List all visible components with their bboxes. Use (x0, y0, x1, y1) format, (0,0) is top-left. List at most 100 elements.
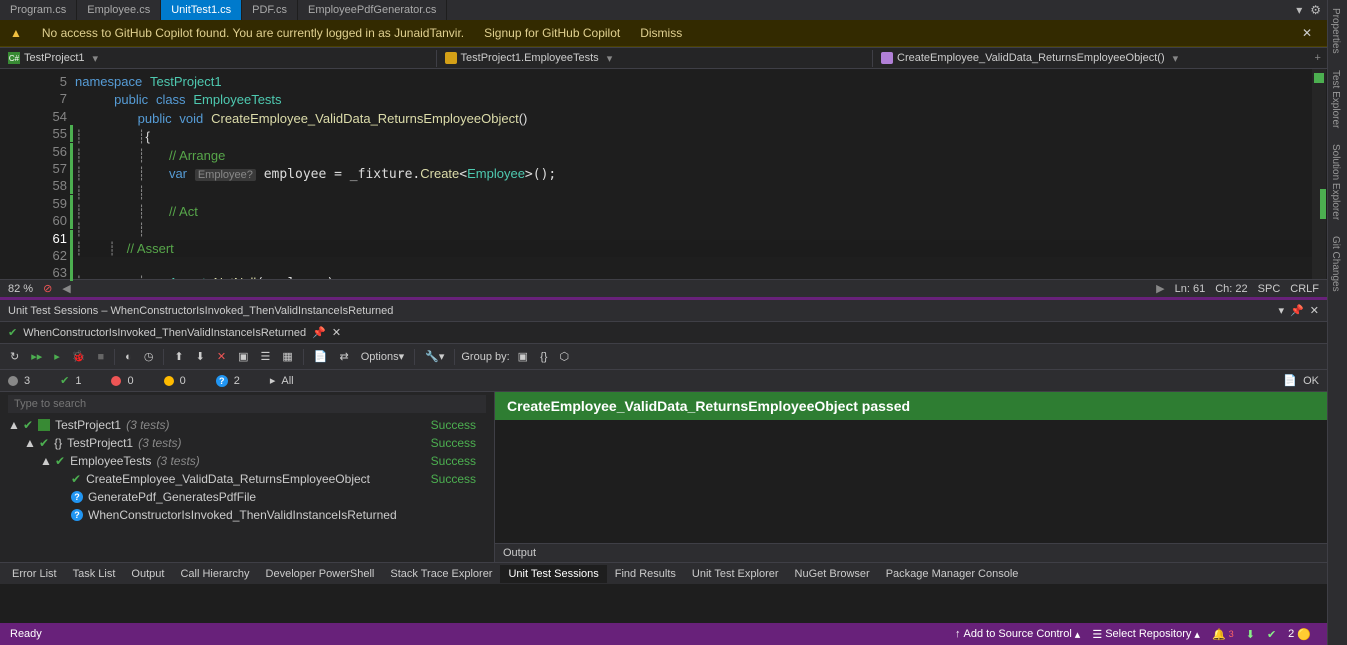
new-session-icon[interactable]: 📄 (310, 348, 332, 365)
source-control-button[interactable]: ↑ Add to Source Control ▴ (949, 628, 1086, 641)
bottom-tab[interactable]: Stack Trace Explorer (382, 565, 500, 583)
zoom-level[interactable]: 82 % (8, 283, 33, 295)
check-icon: ✔ (55, 454, 65, 468)
test-row[interactable]: ✔ CreateEmployee_ValidData_ReturnsEmploy… (0, 470, 494, 488)
code-editor[interactable]: 5 7 54 55 56 57 58 59 60 61 62 63 namesp… (0, 69, 1327, 279)
ln-pos[interactable]: Ln: 61 (1175, 283, 1206, 295)
csharp-file-icon: C# (8, 52, 20, 64)
bottom-tab[interactable]: Task List (65, 565, 124, 583)
side-tab[interactable]: Properties (1328, 0, 1343, 62)
bottom-tabs: Error ListTask ListOutputCall HierarchyD… (0, 562, 1327, 584)
tab-pdf[interactable]: PDF.cs (242, 0, 298, 20)
class-icon (445, 52, 457, 64)
indent[interactable]: SPC (1258, 283, 1281, 295)
test-row[interactable]: ▲✔ {} TestProject1 (3 tests)Success (0, 434, 494, 452)
test-row[interactable]: ▲✔ TestProject1 (3 tests)Success (0, 416, 494, 434)
tab-program[interactable]: Program.cs (0, 0, 77, 20)
tab-unittest1[interactable]: UnitTest1.cs (161, 0, 242, 20)
issues-icon[interactable]: ⊘ (43, 282, 52, 295)
overview-ruler[interactable] (1312, 69, 1326, 279)
ok-indicator-icon (1314, 73, 1324, 83)
pull-icon[interactable]: ⬇ (1240, 628, 1261, 641)
search-input[interactable] (8, 395, 486, 413)
refresh-icon[interactable]: ↻ (6, 348, 23, 365)
copilot-notification: ▲ No access to GitHub Copilot found. You… (0, 20, 1327, 47)
pin-icon[interactable]: 📌 (312, 326, 326, 339)
test-stats: 3 ✔1 0 0 ?2 ▸ All 📄 OK (0, 370, 1327, 392)
test-tree: ▲✔ TestProject1 (3 tests)Success▲✔ {} Te… (0, 392, 495, 562)
nav-back-icon[interactable]: ◀ (62, 282, 70, 295)
nav-member[interactable]: CreateEmployee_ValidData_ReturnsEmployee… (872, 50, 1309, 67)
import-icon[interactable]: ⬇ (192, 348, 209, 365)
export-icon[interactable]: ⬆ (170, 348, 187, 365)
run-all-icon[interactable]: ▸▸ (27, 348, 46, 365)
wrench-icon[interactable]: 🔧▾ (421, 348, 448, 365)
expander-icon[interactable]: ▲ (40, 454, 50, 468)
test-row[interactable]: ? WhenConstructorIsInvoked_ThenValidInst… (0, 506, 494, 524)
pending-icon[interactable]: 2 🟡 (1282, 628, 1317, 641)
ready-text: Ready (10, 628, 42, 640)
tab-employee[interactable]: Employee.cs (77, 0, 161, 20)
nav-type[interactable]: TestProject1.EmployeeTests▾ (436, 50, 873, 67)
bottom-tab[interactable]: Call Hierarchy (172, 565, 257, 583)
notif-icon[interactable]: 🔔3 (1206, 628, 1240, 641)
stop-icon[interactable]: ■ (94, 349, 109, 365)
check-icon: ✔ (71, 472, 81, 486)
pin-icon[interactable]: 📌 (1290, 304, 1304, 317)
delete-icon[interactable]: ✕ (213, 348, 230, 365)
group-proj-icon[interactable]: ▣ (514, 348, 532, 365)
lock-icon[interactable]: ⇄ (335, 348, 352, 365)
nav-file[interactable]: C# TestProject1▾ (0, 50, 436, 67)
group-ns-icon[interactable]: {} (536, 349, 551, 365)
code-content[interactable]: namespace TestProject1 public class Empl… (75, 69, 1327, 279)
side-tab[interactable]: Solution Explorer (1328, 136, 1343, 228)
signup-link[interactable]: Signup for GitHub Copilot (484, 26, 620, 40)
bottom-tab[interactable]: NuGet Browser (787, 565, 878, 583)
tab-empgen[interactable]: EmployeePdfGenerator.cs (298, 0, 447, 20)
options-button[interactable]: Options ▾ (357, 348, 408, 365)
status-bar: Ready ↑ Add to Source Control ▴ ☰ Select… (0, 623, 1327, 645)
question-icon: ? (71, 509, 83, 521)
bottom-tab[interactable]: Output (123, 565, 172, 583)
check-icon: ✔ (23, 418, 33, 432)
side-tab[interactable]: Test Explorer (1328, 62, 1343, 136)
expander-icon[interactable]: ▲ (24, 436, 34, 450)
close-icon[interactable]: ✕ (1302, 26, 1317, 40)
bottom-tab[interactable]: Unit Test Sessions (500, 565, 606, 583)
pin-icon[interactable]: ▾ (1296, 3, 1302, 17)
test-row[interactable]: ? GeneratePdf_GeneratesPdfFile (0, 488, 494, 506)
expander-icon[interactable]: ▲ (8, 418, 18, 432)
grid-icon[interactable]: ▦ (278, 348, 296, 365)
bottom-tab[interactable]: Find Results (607, 565, 684, 583)
test-row[interactable]: ▲✔ EmployeeTests (3 tests)Success (0, 452, 494, 470)
gear-icon[interactable]: ⚙ (1310, 3, 1321, 17)
repo-button[interactable]: ☰ Select Repository ▴ (1086, 628, 1206, 641)
session-tab[interactable]: ✔ WhenConstructorIsInvoked_ThenValidInst… (0, 322, 1327, 344)
close-icon[interactable]: ✕ (332, 326, 341, 339)
lineend[interactable]: CRLF (1290, 283, 1319, 295)
bottom-tab[interactable]: Unit Test Explorer (684, 565, 787, 583)
dismiss-link[interactable]: Dismiss (640, 26, 682, 40)
close-icon[interactable]: ✕ (1310, 304, 1319, 317)
expand-icon[interactable]: ☰ (256, 348, 274, 365)
notif-text: No access to GitHub Copilot found. You a… (42, 26, 464, 40)
namespace-icon: {} (54, 436, 62, 450)
output-tab[interactable]: Output (495, 543, 1327, 562)
nav-plus-icon[interactable]: + (1309, 52, 1327, 64)
track-icon[interactable]: ▣ (234, 348, 252, 365)
nav-fwd-icon[interactable]: ▶ (1156, 282, 1164, 295)
profile-icon[interactable]: ◷ (140, 348, 158, 365)
cover-icon[interactable]: ◐ (121, 349, 136, 365)
bottom-tab[interactable]: Error List (4, 565, 65, 583)
push-icon[interactable]: ✔ (1261, 628, 1282, 641)
group-cat-icon[interactable]: ⬡ (555, 348, 573, 365)
test-result: CreateEmployee_ValidData_ReturnsEmployee… (495, 392, 1327, 562)
side-tab[interactable]: Git Changes (1328, 228, 1343, 300)
dropdown-icon[interactable]: ▾ (1279, 304, 1285, 317)
ch-pos[interactable]: Ch: 22 (1215, 283, 1247, 295)
run-icon[interactable]: ▸ (50, 348, 64, 365)
editor-status: 82 % ⊘ ◀ ▶ Ln: 61 Ch: 22 SPC CRLF (0, 279, 1327, 297)
debug-icon[interactable]: 🐞 (68, 348, 90, 365)
bottom-tab[interactable]: Package Manager Console (878, 565, 1027, 583)
bottom-tab[interactable]: Developer PowerShell (258, 565, 383, 583)
